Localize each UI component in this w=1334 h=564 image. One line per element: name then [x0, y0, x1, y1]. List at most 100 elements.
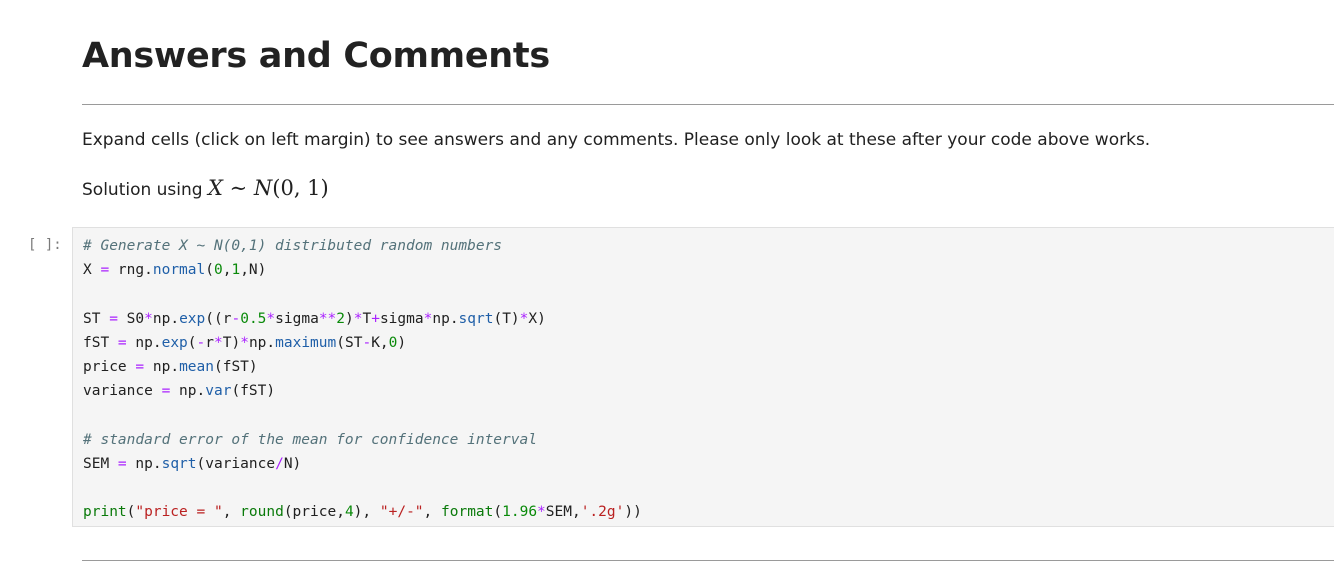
code-token: maximum: [275, 334, 337, 351]
code-token: mean: [179, 358, 214, 375]
cell-prompt[interactable]: [ ]:: [28, 234, 72, 256]
code-token: N): [283, 455, 302, 472]
code-token: (fST): [231, 383, 276, 400]
code-line: SEM = np.sqrt(variance/N): [83, 452, 642, 476]
code-token: .: [196, 383, 206, 400]
code-token: (fST): [213, 358, 258, 375]
code-token: rng: [109, 262, 145, 279]
code-token: T: [362, 310, 372, 327]
code-token: ,: [423, 504, 441, 521]
code-token: normal: [152, 262, 206, 279]
code-token: # Generate X ~ N(0,1) distributed random…: [83, 238, 503, 254]
code-token: .: [152, 455, 162, 472]
code-line: # standard error of the mean for confide…: [83, 428, 642, 452]
code-token: =: [117, 455, 127, 472]
code-token: ),: [353, 504, 380, 521]
solution-paragraph: Solution using X ∼ N(0, 1): [82, 176, 329, 202]
code-token: -: [196, 334, 206, 351]
code-token: ((r: [205, 310, 232, 327]
code-token: **: [318, 310, 337, 327]
math-variable: X: [207, 176, 223, 200]
code-token: .: [449, 310, 459, 327]
solution-prefix: Solution using: [82, 180, 208, 200]
code-token: )): [624, 504, 642, 521]
code-token: 0.5: [240, 310, 267, 327]
code-token: ST: [83, 310, 110, 327]
intro-paragraph: Expand cells (click on left margin) to s…: [82, 130, 1151, 150]
code-token: "price = ": [135, 504, 223, 521]
code-token: .: [144, 262, 153, 279]
code-token: ): [397, 334, 407, 351]
math-expression: X ∼ N(0, 1): [208, 176, 329, 200]
code-token: (T): [493, 310, 520, 327]
code-token: 1.96: [502, 504, 538, 521]
code-token: (: [187, 334, 197, 351]
code-token: T): [222, 334, 241, 351]
code-token: format: [441, 504, 494, 521]
code-cell[interactable]: # Generate X ~ N(0,1) distributed random…: [72, 227, 1334, 527]
code-line: price = np.mean(fST): [83, 355, 642, 379]
code-token: fST: [83, 334, 118, 351]
code-token: *: [214, 334, 223, 351]
code-token: =: [100, 262, 110, 279]
code-line: variance = np.var(fST): [83, 379, 642, 403]
code-token: 2: [336, 310, 346, 327]
code-token: variance: [83, 383, 162, 400]
code-token: exp: [161, 334, 188, 351]
code-token: ): [345, 310, 354, 327]
code-token: -: [231, 310, 241, 327]
code-token: =: [135, 358, 145, 375]
code-token: K,: [371, 334, 389, 351]
code-token: SEM,: [545, 504, 581, 521]
code-line: # Generate X ~ N(0,1) distributed random…: [83, 234, 642, 258]
math-operator: ∼: [222, 176, 254, 200]
code-token: r: [205, 334, 214, 351]
code-token: 0: [213, 262, 223, 279]
code-token: np: [126, 455, 153, 472]
code-token: X): [528, 310, 546, 327]
code-line: ST = S0*np.exp((r-0.5*sigma**2)*T+sigma*…: [83, 307, 642, 331]
math-distribution: N: [253, 176, 273, 200]
code-token: (price,: [283, 504, 345, 521]
code-token: np: [432, 310, 450, 327]
code-token: exp: [179, 310, 206, 327]
code-token: ,: [222, 504, 241, 521]
code-line: X = rng.normal(0,1,N): [83, 258, 642, 282]
code-token: np: [144, 358, 171, 375]
section-divider-top: [82, 104, 1334, 105]
code-token: -: [362, 334, 372, 351]
code-token: =: [117, 334, 127, 351]
code-token: .: [152, 334, 162, 351]
code-line: fST = np.exp(-r*T)*np.maximum(ST-K,0): [83, 331, 642, 355]
code-token: +: [371, 310, 380, 327]
section-heading: Answers and Comments: [82, 36, 550, 76]
code-token: .: [170, 310, 180, 327]
code-token: SEM: [83, 455, 118, 472]
code-token: 1: [231, 262, 241, 279]
code-token: price: [83, 358, 136, 375]
code-line: print ("price = ", round(price,4), "+/-",…: [83, 500, 642, 524]
code-token: sqrt: [161, 455, 197, 472]
code-token: .: [266, 334, 276, 351]
code-token: np: [170, 383, 197, 400]
code-token: # standard error of the mean for confide…: [83, 431, 537, 448]
code-token: sigma: [379, 310, 424, 327]
code-token: sqrt: [458, 310, 494, 327]
code-token: np: [248, 334, 267, 351]
code-token: *: [266, 310, 276, 327]
code-token: "+/-": [379, 504, 424, 521]
code-token: 4: [344, 504, 354, 521]
code-token: =: [109, 310, 118, 327]
code-editor[interactable]: # Generate X ~ N(0,1) distributed random…: [83, 234, 642, 524]
code-token: *: [144, 310, 153, 327]
math-arguments: (0, 1): [272, 176, 329, 200]
code-token: (ST: [336, 334, 363, 351]
code-token: =: [161, 383, 171, 400]
code-token: sigma: [275, 310, 319, 327]
code-token: np: [152, 310, 171, 327]
code-token: ,N): [240, 262, 267, 279]
code-token: S0: [117, 310, 145, 327]
